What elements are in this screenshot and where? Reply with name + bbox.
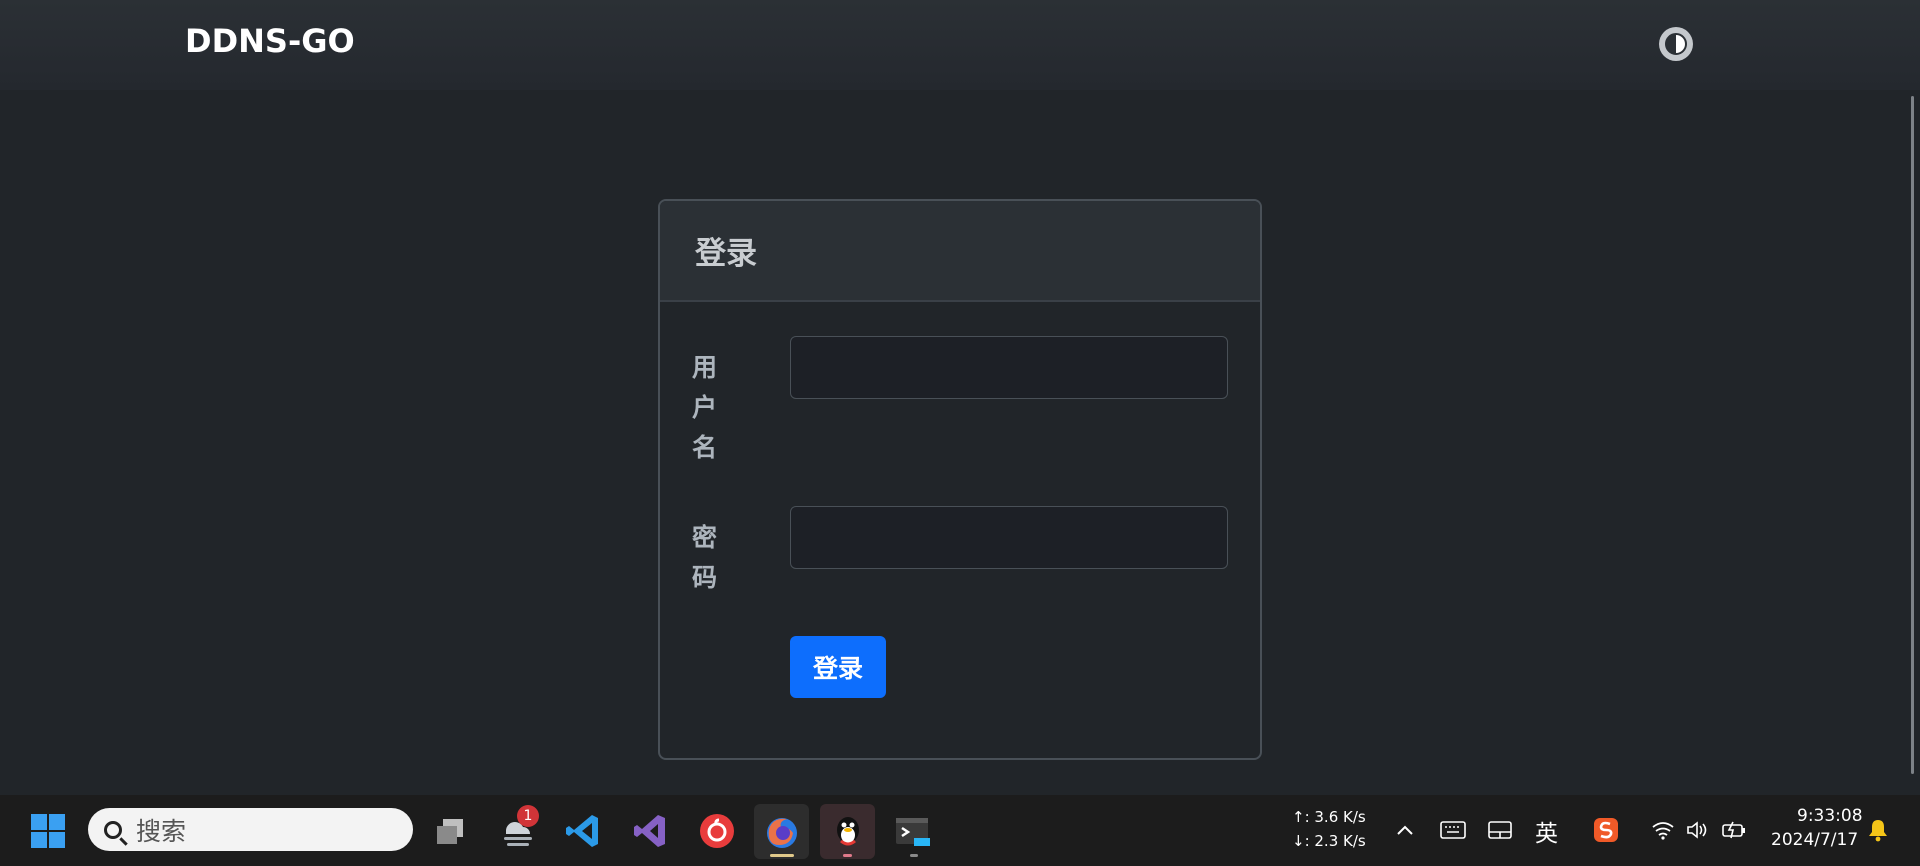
top-navbar: DDNS-GO xyxy=(0,0,1920,90)
volume-icon[interactable] xyxy=(1684,818,1710,842)
weather-notification-badge: 1 xyxy=(517,805,539,827)
password-label: 密码 xyxy=(692,523,718,592)
password-input[interactable] xyxy=(790,506,1228,569)
page-scrollbar[interactable] xyxy=(1911,96,1914,774)
taskbar-clock-time[interactable]: 9:33:08 xyxy=(1797,806,1863,826)
task-view-icon[interactable] xyxy=(432,812,470,850)
taskbar-search-box[interactable]: 搜索 xyxy=(88,808,413,851)
chevron-up-icon[interactable] xyxy=(1394,819,1416,841)
login-card-header: 登录 xyxy=(660,201,1260,302)
username-label: 用户名 xyxy=(692,353,718,462)
search-icon xyxy=(104,820,122,839)
login-card: 登录 xyxy=(658,199,1262,760)
input-method-indicator[interactable]: 英 xyxy=(1535,814,1558,848)
username-input[interactable] xyxy=(790,336,1228,399)
windows-start-icon[interactable] xyxy=(30,813,66,849)
qq-active-indicator xyxy=(843,854,852,857)
terminal-preview-icon[interactable] xyxy=(893,812,933,852)
theme-toggle-button[interactable] xyxy=(1659,27,1693,61)
login-button[interactable]: 登录 xyxy=(790,636,886,698)
firefox-icon[interactable] xyxy=(754,804,809,859)
battery-charging-icon[interactable] xyxy=(1720,818,1748,842)
notification-bell-icon[interactable] xyxy=(1866,817,1890,843)
touchpad-icon[interactable] xyxy=(1486,818,1514,842)
terminal-open-indicator xyxy=(910,854,918,857)
contrast-icon xyxy=(1665,33,1687,55)
network-download-speed: ↓: 2.3 K/s xyxy=(1292,832,1366,850)
netease-music-icon[interactable] xyxy=(697,811,737,851)
wifi-icon[interactable] xyxy=(1650,818,1676,842)
firefox-active-indicator xyxy=(770,854,794,857)
taskbar-clock-date[interactable]: 2024/7/17 xyxy=(1771,830,1858,850)
qq-icon[interactable] xyxy=(820,804,875,859)
taskbar-search-placeholder: 搜索 xyxy=(136,816,187,846)
visual-studio-icon[interactable] xyxy=(630,811,670,851)
login-title: 登录 xyxy=(695,236,757,272)
network-upload-speed: ↑: 3.6 K/s xyxy=(1292,808,1366,826)
sogou-ime-icon[interactable] xyxy=(1592,816,1620,844)
vscode-icon[interactable] xyxy=(563,811,603,851)
keyboard-icon[interactable] xyxy=(1439,818,1467,842)
brand-logo-text[interactable]: DDNS-GO xyxy=(185,22,355,60)
